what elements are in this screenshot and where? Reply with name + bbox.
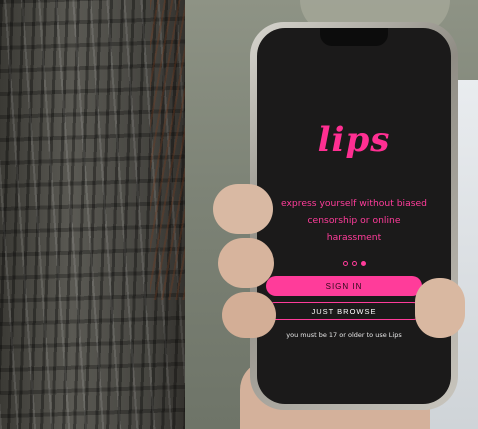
sign-in-button[interactable]: SIGN IN <box>266 276 422 296</box>
finger <box>213 184 273 234</box>
age-notice: you must be 17 or older to use Lips <box>286 331 402 339</box>
app-tagline: express yourself without biased censorsh… <box>280 198 428 243</box>
onboarding-pager <box>257 261 451 266</box>
finger <box>218 238 274 288</box>
pager-dot[interactable] <box>351 261 357 266</box>
pager-dot-active[interactable] <box>360 261 366 266</box>
pager-dot[interactable] <box>342 261 348 266</box>
thumb <box>415 278 465 338</box>
app-logo: lips <box>317 120 391 160</box>
phone-notch <box>320 28 388 46</box>
finger <box>222 292 276 338</box>
just-browse-button[interactable]: JUST BROWSE <box>266 302 422 320</box>
photo-scene: lips express yourself without biased cen… <box>0 0 478 429</box>
phone-screen: lips express yourself without biased cen… <box>257 28 451 404</box>
